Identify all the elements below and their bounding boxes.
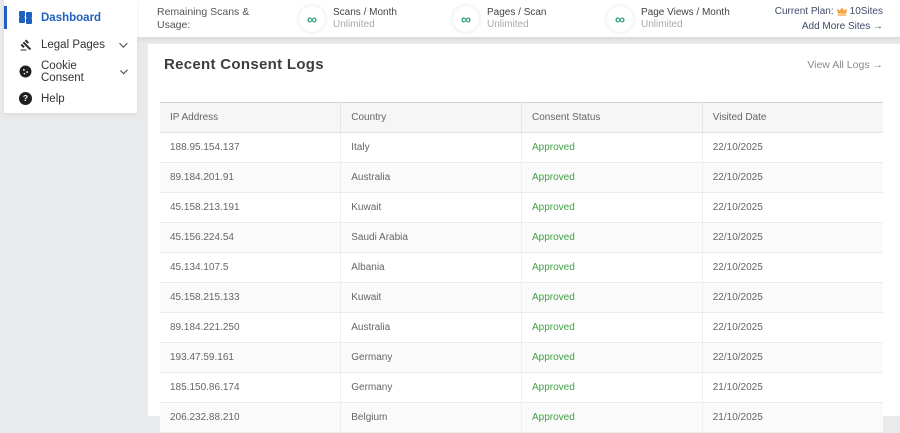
consent-status-cell: Approved bbox=[521, 192, 703, 223]
ip-address-cell: 89.184.221.250 bbox=[160, 312, 342, 343]
visited-date-cell: 22/10/2025 bbox=[702, 282, 883, 313]
stat-label: Pages / Scan bbox=[487, 7, 547, 18]
table-header: IP Address Country Consent Status Visite… bbox=[160, 102, 883, 133]
visited-date-cell: 22/10/2025 bbox=[702, 162, 883, 193]
sidebar-item-dashboard[interactable]: Dashboard bbox=[4, 4, 137, 31]
panel-header: Recent Consent Logs View All Logs → bbox=[160, 56, 883, 73]
sidebar-item-label: Dashboard bbox=[41, 11, 102, 24]
crown-icon bbox=[836, 6, 847, 16]
consent-status-cell: Approved bbox=[521, 282, 703, 313]
stat-label: Page Views / Month bbox=[641, 7, 730, 18]
table-row: 89.184.221.250 Australia Approved 22/10/202… bbox=[160, 312, 883, 343]
stat-label: Scans / Month bbox=[333, 7, 397, 18]
stat-value: Unlimited bbox=[487, 19, 529, 30]
table-row: 206.232.88.210 Belgium Approved 21/10/2025 bbox=[160, 402, 883, 433]
ip-address-cell: 185.150.86.174 bbox=[160, 372, 342, 403]
consent-status-cell: Approved bbox=[521, 252, 703, 283]
dashboard-icon bbox=[19, 11, 32, 24]
table-row: 89.184.201.91 Australia Approved 22/10/2025 bbox=[160, 162, 883, 193]
visited-date-cell: 21/10/2025 bbox=[702, 372, 883, 403]
cookie-icon bbox=[19, 65, 32, 78]
country-cell: Australia bbox=[340, 162, 522, 193]
consent-status-cell: Approved bbox=[521, 162, 703, 193]
visited-date-cell: 22/10/2025 bbox=[702, 222, 883, 253]
country-cell: Albania bbox=[340, 252, 522, 283]
sidebar: Dashboard Legal Pages Cookie Consent ? H… bbox=[4, 0, 137, 113]
country-cell: Italy bbox=[340, 132, 522, 163]
visited-date-cell: 21/10/2025 bbox=[702, 402, 883, 433]
table-row: 45.134.107.5 Albania Approved 22/10/2025 bbox=[160, 252, 883, 283]
consent-status-cell: Approved bbox=[521, 132, 703, 163]
stat-value: Unlimited bbox=[333, 19, 375, 30]
consent-status-cell: Approved bbox=[521, 222, 703, 253]
ip-address-cell: 45.158.215.133 bbox=[160, 282, 342, 313]
table-row: 193.47.59.161 Germany Approved 22/10/2025 bbox=[160, 342, 883, 373]
country-cell: Kuwait bbox=[340, 192, 522, 223]
sidebar-item-legal-pages[interactable]: Legal Pages bbox=[4, 31, 137, 58]
stat-page-views-per-month: ∞ Page Views / Month Unlimited bbox=[607, 5, 730, 32]
column-header-ip: IP Address bbox=[160, 102, 342, 133]
ip-address-cell: 193.47.59.161 bbox=[160, 342, 342, 373]
page-title: Recent Consent Logs bbox=[164, 56, 324, 73]
view-all-logs-link[interactable]: View All Logs → bbox=[807, 59, 883, 71]
usage-label: Remaining Scans & Usage: bbox=[157, 5, 250, 31]
current-plan-label: Current Plan: bbox=[774, 5, 834, 17]
sidebar-item-help[interactable]: ? Help bbox=[4, 85, 137, 112]
column-header-consent-status: Consent Status bbox=[521, 102, 703, 133]
consent-status-cell: Approved bbox=[521, 312, 703, 343]
visited-date-cell: 22/10/2025 bbox=[702, 342, 883, 373]
infinity-icon: ∞ bbox=[299, 5, 325, 32]
plan-block: Current Plan: 10Sites Add More Sites → bbox=[775, 4, 883, 34]
current-plan: Current Plan: 10Sites bbox=[775, 4, 883, 19]
visited-date-cell: 22/10/2025 bbox=[702, 192, 883, 223]
add-more-sites-link[interactable]: Add More Sites → bbox=[775, 19, 883, 34]
stat-pages-per-scan: ∞ Pages / Scan Unlimited bbox=[453, 5, 565, 32]
gavel-icon bbox=[19, 38, 32, 51]
main-panel: Recent Consent Logs View All Logs → IP A… bbox=[148, 44, 900, 433]
country-cell: Germany bbox=[340, 372, 522, 403]
ip-address-cell: 89.184.201.91 bbox=[160, 162, 342, 193]
sidebar-item-cookie-consent[interactable]: Cookie Consent bbox=[4, 58, 137, 85]
chevron-down-icon bbox=[119, 66, 128, 75]
infinity-icon: ∞ bbox=[453, 5, 479, 32]
ip-address-cell: 45.158.213.191 bbox=[160, 192, 342, 223]
column-header-visited-date: Visited Date bbox=[702, 102, 883, 133]
sidebar-item-label: Legal Pages bbox=[41, 38, 105, 51]
country-cell: Belgium bbox=[340, 402, 522, 433]
consent-status-cell: Approved bbox=[521, 402, 703, 433]
help-icon: ? bbox=[19, 92, 32, 105]
visited-date-cell: 22/10/2025 bbox=[702, 252, 883, 283]
ip-address-cell: 188.95.154.137 bbox=[160, 132, 342, 163]
stat-scans-per-month: ∞ Scans / Month Unlimited bbox=[299, 5, 411, 32]
ip-address-cell: 206.232.88.210 bbox=[160, 402, 342, 433]
ip-address-cell: 45.134.107.5 bbox=[160, 252, 342, 283]
current-plan-value: 10Sites bbox=[849, 5, 883, 17]
table-row: 45.156.224.54 Saudi Arabia Approved 22/10/2… bbox=[160, 222, 883, 253]
table-row: 45.158.213.191 Kuwait Approved 22/10/2025 bbox=[160, 192, 883, 223]
table-row: 185.150.86.174 Germany Approved 21/10/2025 bbox=[160, 372, 883, 403]
consent-status-cell: Approved bbox=[521, 372, 703, 403]
country-cell: Saudi Arabia bbox=[340, 222, 522, 253]
infinity-icon: ∞ bbox=[607, 5, 633, 32]
topbar: Remaining Scans & Usage: ∞ Scans / Month… bbox=[137, 0, 900, 37]
stat-value: Unlimited bbox=[641, 19, 683, 30]
table-row: 45.158.215.133 Kuwait Approved 22/10/2025 bbox=[160, 282, 883, 313]
country-cell: Germany bbox=[340, 342, 522, 373]
consent-log-table: IP Address Country Consent Status Visite… bbox=[160, 102, 883, 433]
column-header-country: Country bbox=[340, 102, 522, 133]
sidebar-item-label: Help bbox=[41, 92, 65, 105]
visited-date-cell: 22/10/2025 bbox=[702, 312, 883, 343]
visited-date-cell: 22/10/2025 bbox=[702, 132, 883, 163]
ip-address-cell: 45.156.224.54 bbox=[160, 222, 342, 253]
consent-status-cell: Approved bbox=[521, 342, 703, 373]
table-row: 188.95.154.137 Italy Approved 22/10/2025 bbox=[160, 132, 883, 163]
consent-table-body: 188.95.154.137 Italy Approved 22/10/2025 89.… bbox=[160, 132, 883, 433]
sidebar-item-label: Cookie Consent bbox=[41, 59, 84, 84]
chevron-down-icon bbox=[119, 38, 128, 48]
country-cell: Kuwait bbox=[340, 282, 522, 313]
country-cell: Australia bbox=[340, 312, 522, 343]
